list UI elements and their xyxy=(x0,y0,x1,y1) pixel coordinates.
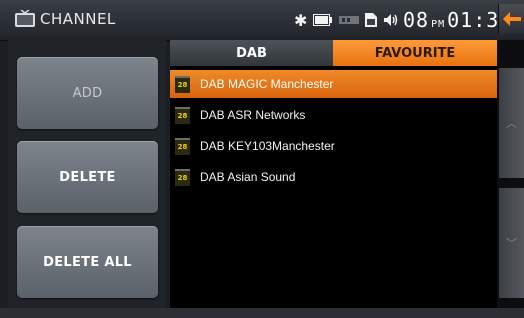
list-item-label: DAB KEY103Manchester xyxy=(200,139,335,153)
dab-badge-icon: 28 xyxy=(175,75,190,93)
tab-dab[interactable]: DAB xyxy=(170,40,333,66)
card-icon xyxy=(365,13,378,27)
tv-icon xyxy=(15,10,35,27)
list-item-label: DAB Asian Sound xyxy=(200,170,296,184)
list-item-label: DAB MAGIC Manchester xyxy=(200,77,334,91)
clock-ampm: PM xyxy=(431,19,446,30)
battery-icon xyxy=(313,14,333,26)
delete-button[interactable]: DELETE xyxy=(17,141,158,213)
back-button[interactable] xyxy=(498,4,524,34)
status-icons: ✱ xyxy=(294,9,399,31)
clock: 08 PM 01:33 xyxy=(403,8,512,32)
status-bar: CHANNEL ✱ 08 PM 01:33 xyxy=(0,0,524,41)
scroll-down-button[interactable]: ﹀ xyxy=(499,188,524,298)
tab-favourite[interactable]: FAVOURITE xyxy=(333,40,497,66)
back-arrow-icon xyxy=(503,12,521,26)
page-title: CHANNEL xyxy=(40,10,116,28)
add-button[interactable]: ADD xyxy=(17,57,158,129)
chevron-down-icon: ﹀ xyxy=(506,237,517,250)
dab-badge-icon: 28 xyxy=(175,137,190,155)
dab-badge-icon: 28 xyxy=(175,106,190,124)
channel-list: 28 DAB MAGIC Manchester 28 DAB ASR Netwo… xyxy=(170,66,497,308)
list-item[interactable]: 28 DAB ASR Networks xyxy=(170,101,497,129)
bluetooth-icon: ✱ xyxy=(294,10,308,30)
list-item[interactable]: 28 DAB Asian Sound xyxy=(170,163,497,191)
delete-all-button[interactable]: DELETE ALL xyxy=(17,226,158,298)
dab-badge-icon: 28 xyxy=(175,168,190,186)
bottom-border xyxy=(0,308,524,318)
tab-bar: DAB FAVOURITE xyxy=(170,40,497,66)
volume-icon xyxy=(384,14,398,26)
usb-icon xyxy=(339,16,360,24)
list-item[interactable]: 28 DAB KEY103Manchester xyxy=(170,132,497,160)
clock-hour: 08 xyxy=(403,8,430,32)
list-item-label: DAB ASR Networks xyxy=(200,108,306,122)
scrollbar[interactable]: ︿ ﹀ xyxy=(497,40,524,308)
list-item[interactable]: 28 DAB MAGIC Manchester xyxy=(170,70,497,98)
chevron-up-icon: ︿ xyxy=(506,117,517,130)
scroll-up-button[interactable]: ︿ xyxy=(499,68,524,178)
